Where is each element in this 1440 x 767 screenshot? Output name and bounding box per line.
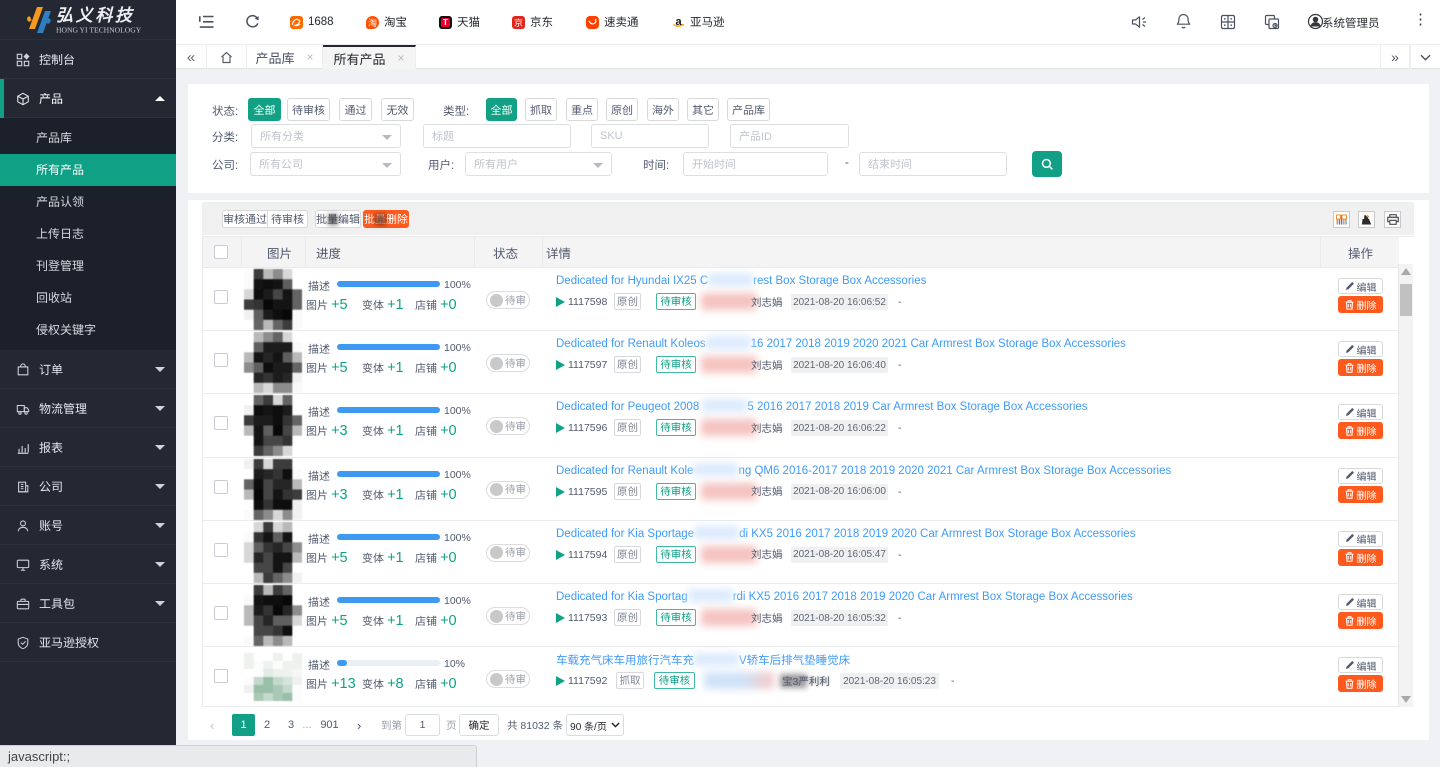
svg-text:弘义科技: 弘义科技 xyxy=(56,6,135,25)
svg-text:HONG YI TECHNOLOGY: HONG YI TECHNOLOGY xyxy=(56,25,142,34)
